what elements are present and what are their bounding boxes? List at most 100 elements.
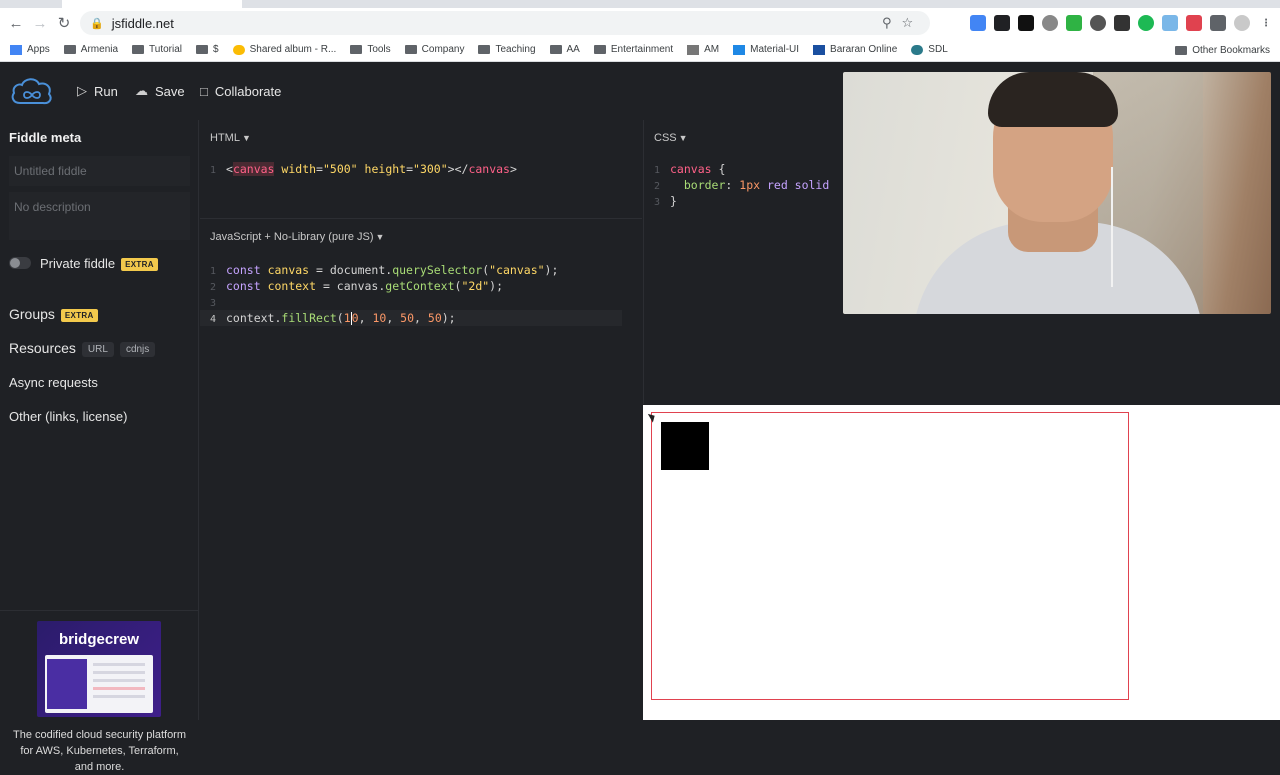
sync-extension-icon[interactable]: [1066, 15, 1082, 31]
code-token: ,: [414, 311, 428, 325]
bookmark-tutorial[interactable]: Tutorial: [132, 44, 182, 55]
js-code[interactable]: 1 const canvas = document.querySelector ("…: [200, 262, 622, 326]
code-token: 50: [427, 311, 442, 325]
bookmark-bararan[interactable]: Bararan Online: [813, 44, 897, 55]
sidebar-item-async-requests[interactable]: Async requests: [9, 375, 98, 390]
calendar-extension-icon[interactable]: [1162, 15, 1178, 31]
apps-grid-icon: [10, 44, 22, 55]
bookmark-am[interactable]: AM: [687, 44, 719, 55]
js-pane-header[interactable]: JavaScript + No-Library (pure JS) ▼: [210, 231, 384, 243]
bookmark-sdl[interactable]: SDL: [911, 44, 948, 55]
js-editor-pane: JavaScript + No-Library (pure JS) ▼ 1 cons…: [200, 218, 642, 720]
code-line: 2 border: 1px red solid: [644, 177, 829, 193]
kebab-menu-icon[interactable]: ⋮: [1258, 15, 1274, 31]
bookmark-entertainment[interactable]: Entertainment: [593, 44, 673, 55]
bookmark-teaching[interactable]: Teaching: [478, 44, 536, 55]
reload-icon[interactable]: ↻: [52, 11, 76, 35]
result-canvas[interactable]: [651, 412, 1129, 700]
run-button[interactable]: ▷ Run: [77, 80, 118, 102]
cdnjs-chip[interactable]: cdnjs: [119, 341, 156, 357]
html-pane-header[interactable]: HTML ▼: [210, 132, 251, 144]
code-token: canvas: [468, 162, 510, 176]
chat-bubble-icon: □: [200, 83, 208, 99]
circle-extension-icon[interactable]: [1090, 15, 1106, 31]
bookmark-aa[interactable]: AA: [549, 44, 580, 55]
sidebar-item-other[interactable]: Other (links, license): [9, 409, 127, 424]
code-token: width: [281, 162, 317, 176]
bookmark-dollar[interactable]: $: [196, 44, 219, 55]
ad-image[interactable]: bridgecrew: [37, 621, 161, 717]
jsfiddle-logo-icon[interactable]: [10, 75, 54, 107]
hat-extension-icon[interactable]: [1114, 15, 1130, 31]
bookmark-armenia[interactable]: Armenia: [63, 44, 118, 55]
dropdown-arrow-icon: ▼: [241, 133, 251, 143]
back-icon[interactable]: ←: [4, 11, 28, 35]
ad-text[interactable]: The codified cloud security platform for…: [10, 727, 189, 775]
fiddle-title-input[interactable]: Untitled fiddle: [9, 156, 190, 186]
code-token: getContext: [385, 279, 455, 293]
html-editor-pane: HTML ▼ 1 <canvas width="500" height="300">…: [200, 120, 642, 218]
star-icon[interactable]: ☆: [902, 15, 914, 31]
lock-icon: 🔒: [90, 17, 104, 30]
code-token: 50: [400, 311, 415, 325]
folder-icon: [404, 45, 417, 54]
green-dot-extension-icon[interactable]: [1138, 15, 1154, 31]
css-code[interactable]: 1 canvas { 2 border: 1px red solid 3}: [644, 161, 829, 209]
code-token: "2d": [461, 279, 490, 293]
skype-extension-icon[interactable]: [1042, 15, 1058, 31]
url-chip[interactable]: URL: [81, 341, 114, 357]
puzzle-icon[interactable]: [1210, 15, 1226, 31]
sidebar-item-groups[interactable]: Groups EXTRA: [9, 306, 98, 322]
bookmark-company[interactable]: Company: [404, 44, 464, 55]
play-icon: ▷: [77, 83, 87, 98]
folder-icon: [478, 45, 491, 54]
cloud-extension-icon[interactable]: [994, 15, 1010, 31]
grid-extension-icon[interactable]: [1018, 15, 1034, 31]
bookmark-shared-album[interactable]: Shared album - R...: [232, 44, 336, 55]
profile-avatar-icon[interactable]: [1234, 15, 1250, 31]
code-token: canvas: [232, 162, 275, 176]
extra-badge: EXTRA: [121, 258, 158, 272]
bookmark-apps[interactable]: Apps: [10, 44, 50, 55]
sidebar-item-resources[interactable]: Resources URL cdnjs: [9, 340, 156, 357]
red-extension-icon[interactable]: [1186, 15, 1202, 31]
zoom-icon[interactable]: ⚲: [882, 15, 892, 31]
sdl-icon: [911, 44, 924, 55]
bookmark-other[interactable]: Other Bookmarks: [1175, 38, 1270, 62]
code-token: const: [226, 263, 261, 277]
save-button[interactable]: ☁ Save: [135, 80, 185, 102]
code-token: :: [725, 178, 740, 192]
code-line: 3: [200, 294, 622, 310]
collaborate-button[interactable]: □ Collaborate: [200, 80, 281, 102]
html-code[interactable]: 1 <canvas width="500" height="300"></canv…: [200, 161, 517, 177]
code-token: height: [364, 162, 407, 176]
active-tab[interactable]: [62, 0, 242, 8]
folder-icon: [63, 45, 76, 54]
private-fiddle-toggle[interactable]: [9, 257, 31, 269]
code-token: {: [711, 162, 726, 176]
url-omnibox[interactable]: 🔒 jsfiddle.net: [80, 11, 930, 35]
code-token: );: [441, 311, 456, 325]
pen-extension-icon[interactable]: [970, 15, 986, 31]
line-number: 4: [209, 314, 216, 325]
code-token: const: [226, 279, 261, 293]
code-token: fillRect: [281, 311, 337, 325]
forward-icon[interactable]: →: [28, 11, 52, 35]
line-number: 1: [209, 165, 216, 176]
sponsor-ad[interactable]: bridgecrew The codified cloud security p…: [0, 610, 199, 773]
ad-screenshot-row: [93, 671, 145, 674]
css-pane-header[interactable]: CSS ▼: [654, 132, 688, 144]
code-line: 3}: [644, 193, 829, 209]
bookmarks-bar: Apps Armenia Tutorial $ Shared album - R…: [0, 38, 1280, 62]
address-bar: ← → ↻ 🔒 jsfiddle.net ⚲ ☆ ⋮: [0, 8, 1280, 38]
result-pane[interactable]: [643, 405, 1280, 720]
bookmark-tools[interactable]: Tools: [350, 44, 391, 55]
code-token: );: [544, 263, 559, 277]
ad-screenshot-pane: [47, 659, 87, 709]
code-token: canvas: [670, 162, 712, 176]
code-line-active: 4 context.fillRect(10, 10, 50, 50);: [200, 310, 622, 326]
fiddle-description-input[interactable]: No description: [9, 192, 190, 240]
code-token: (: [336, 311, 344, 325]
code-token: 1px: [739, 178, 761, 192]
bookmark-material-ui[interactable]: Material-UI: [733, 44, 799, 55]
